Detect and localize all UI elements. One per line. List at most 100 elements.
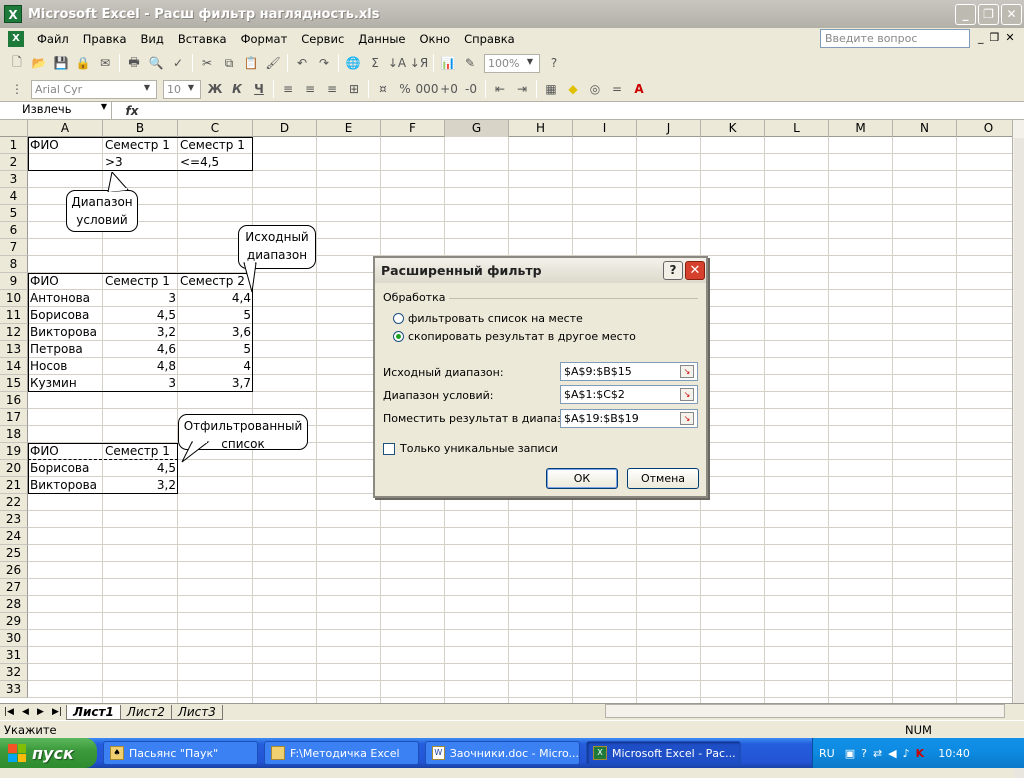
ok-button[interactable]: ОК <box>546 468 618 489</box>
open-icon[interactable]: 📂 <box>30 54 48 72</box>
sort-asc-icon[interactable]: ↓A <box>388 54 406 72</box>
column-header-d[interactable]: D <box>253 120 317 137</box>
cell-b2[interactable]: >3 <box>103 154 178 171</box>
taskbar-word-doc[interactable]: W Заочники.doc - Micro... <box>425 741 580 765</box>
row-header-11[interactable]: 11 <box>0 307 28 324</box>
column-header-n[interactable]: N <box>893 120 957 137</box>
italic-icon[interactable]: К <box>228 80 246 98</box>
cell-b11[interactable]: 4,5 <box>103 307 178 324</box>
row-header-2[interactable]: 2 <box>0 154 28 171</box>
print-preview-icon[interactable]: 🔍 <box>147 54 165 72</box>
cell-b15[interactable]: 3 <box>103 375 178 392</box>
column-header-i[interactable]: I <box>573 120 637 137</box>
cell-a11[interactable]: Борисова <box>28 307 103 324</box>
cancel-button[interactable]: Отмена <box>627 468 699 489</box>
row-header-29[interactable]: 29 <box>0 613 28 630</box>
row-header-3[interactable]: 3 <box>0 171 28 188</box>
cell-c12[interactable]: 3,6 <box>178 324 253 341</box>
zoom-select[interactable]: 100% ▼ <box>484 53 540 73</box>
currency-icon[interactable]: ¤ <box>374 80 392 98</box>
cell-a13[interactable]: Петрова <box>28 341 103 358</box>
cell-a12[interactable]: Викторова <box>28 324 103 341</box>
cell-a19[interactable]: ФИО <box>28 443 103 460</box>
font-size-select[interactable]: 10 ▼ <box>163 79 201 99</box>
row-header-20[interactable]: 20 <box>0 460 28 477</box>
font-select[interactable]: Arial Cyr ▼ <box>31 79 157 99</box>
menu-format[interactable]: Формат <box>234 32 295 46</box>
row-header-16[interactable]: 16 <box>0 392 28 409</box>
row-header-19[interactable]: 19 <box>0 443 28 460</box>
menu-view[interactable]: Вид <box>134 32 171 46</box>
tab-sheet2[interactable]: Лист2 <box>119 704 172 720</box>
equals-icon[interactable]: = <box>608 80 626 98</box>
thousands-icon[interactable]: 000 <box>416 80 439 98</box>
document-window-controls[interactable]: _❐✕ <box>978 31 1021 44</box>
range-picker-icon[interactable]: ↘ <box>680 388 694 401</box>
column-header-h[interactable]: H <box>509 120 573 137</box>
paste-icon[interactable]: 📋 <box>242 54 260 72</box>
bold-icon[interactable]: Ж <box>206 80 224 98</box>
chart-wizard-icon[interactable]: 📊 <box>439 54 457 72</box>
hyperlink-icon[interactable]: 🌐 <box>344 54 362 72</box>
radio-filter-in-place[interactable]: фильтровать список на месте <box>393 312 583 325</box>
row-header-28[interactable]: 28 <box>0 596 28 613</box>
row-header-15[interactable]: 15 <box>0 375 28 392</box>
language-indicator[interactable]: RU <box>819 747 835 760</box>
row-header-10[interactable]: 10 <box>0 290 28 307</box>
autosum-icon[interactable]: Σ <box>366 54 384 72</box>
row-header-32[interactable]: 32 <box>0 664 28 681</box>
radio-filter-in-place-circle[interactable] <box>393 313 404 324</box>
vertical-scroll-thumb[interactable] <box>1014 138 1024 778</box>
radio-copy-to-location-circle[interactable] <box>393 331 404 342</box>
vertical-scrollbar[interactable] <box>1012 120 1024 778</box>
help-icon[interactable]: ? <box>545 54 563 72</box>
undo-icon[interactable]: ↶ <box>293 54 311 72</box>
font-color-icon[interactable]: A <box>630 80 648 98</box>
spelling-icon[interactable]: ✓ <box>169 54 187 72</box>
cell-b10[interactable]: 3 <box>103 290 178 307</box>
decrease-decimal-icon[interactable]: -0 <box>462 80 480 98</box>
row-header-21[interactable]: 21 <box>0 477 28 494</box>
tab-sheet1[interactable]: Лист1 <box>66 704 121 720</box>
minimize-button[interactable]: _ <box>955 3 976 25</box>
dialog-help-button[interactable]: ? <box>663 261 683 280</box>
column-header-k[interactable]: K <box>701 120 765 137</box>
sort-desc-icon[interactable]: ↓Я <box>410 54 428 72</box>
row-header-8[interactable]: 8 <box>0 256 28 273</box>
row-header-1[interactable]: 1 <box>0 137 28 154</box>
merge-center-icon[interactable]: ⊞ <box>345 80 363 98</box>
document-icon[interactable]: X <box>8 31 24 47</box>
cell-a20[interactable]: Борисова <box>28 460 103 477</box>
column-header-g[interactable]: G <box>445 120 509 137</box>
cell-a10[interactable]: Антонова <box>28 290 103 307</box>
row-header-12[interactable]: 12 <box>0 324 28 341</box>
redo-icon[interactable]: ↷ <box>315 54 333 72</box>
column-header-a[interactable]: A <box>28 120 103 137</box>
increase-indent-icon[interactable]: ⇥ <box>513 80 531 98</box>
criteria-range-input[interactable]: $A$1:$C$2 ↘ <box>560 385 698 404</box>
cell-b13[interactable]: 4,6 <box>103 341 178 358</box>
new-icon[interactable]: 🗋 <box>8 54 26 72</box>
row-header-5[interactable]: 5 <box>0 205 28 222</box>
range-picker-icon[interactable]: ↘ <box>680 365 694 378</box>
underline-icon[interactable]: Ч <box>250 80 268 98</box>
menu-insert[interactable]: Вставка <box>171 32 234 46</box>
row-header-9[interactable]: 9 <box>0 273 28 290</box>
column-header-m[interactable]: M <box>829 120 893 137</box>
radio-copy-to-location[interactable]: скопировать результат в другое место <box>393 330 636 343</box>
cell-b21[interactable]: 3,2 <box>103 477 178 494</box>
cell-a15[interactable]: Кузмин <box>28 375 103 392</box>
cell-b19[interactable]: Семестр 1 <box>103 443 178 460</box>
start-button[interactable]: пуск <box>0 738 97 768</box>
cell-a9[interactable]: ФИО <box>28 273 103 290</box>
column-header-c[interactable]: C <box>178 120 253 137</box>
column-header-f[interactable]: F <box>381 120 445 137</box>
cell-c1[interactable]: Семестр 1 <box>178 137 253 154</box>
phonetic-icon[interactable]: ◎ <box>586 80 604 98</box>
column-header-b[interactable]: B <box>103 120 178 137</box>
percent-icon[interactable]: % <box>396 80 414 98</box>
menu-file[interactable]: Файл <box>30 32 76 46</box>
dialog-close-button[interactable]: ✕ <box>685 261 705 280</box>
fx-icon[interactable]: fx <box>112 104 152 118</box>
maximize-button[interactable]: ❐ <box>978 3 999 25</box>
